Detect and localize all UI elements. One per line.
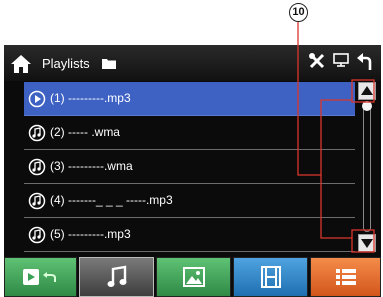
playlist: (1) ---------.mp3 (2) ----- .wma (3) ---…: [24, 82, 355, 252]
list-menu-icon: [335, 269, 356, 285]
monitor-icon[interactable]: [333, 53, 349, 67]
folder-icon: [102, 59, 116, 69]
video-return-icon: [22, 269, 56, 285]
list-item[interactable]: (2) ----- .wma: [24, 116, 355, 150]
video-tab[interactable]: [4, 257, 77, 297]
photo-tab[interactable]: [156, 257, 231, 297]
device-screen: Playlists (1) ---------.mp3 (2) ----- .w…: [4, 45, 381, 297]
scroll-up-icon: [361, 86, 373, 95]
movie-tab[interactable]: [233, 257, 308, 297]
list-item[interactable]: (4) -------_ _ _ -----.mp3: [24, 184, 355, 218]
play-icon: [28, 90, 46, 108]
list-item-label: (1) ---------.mp3: [50, 91, 131, 105]
music-note-icon: [28, 226, 46, 244]
tools-icon[interactable]: [308, 52, 326, 70]
scrollbar-thumb[interactable]: [362, 101, 372, 111]
list-item[interactable]: (5) ---------.mp3: [24, 218, 355, 252]
page-title: Playlists: [42, 56, 90, 71]
music-tab[interactable]: [79, 257, 154, 297]
music-note-icon: [28, 158, 46, 176]
photo-icon: [182, 267, 205, 287]
title-bar: Playlists: [4, 45, 381, 81]
list-item[interactable]: (1) ---------.mp3: [24, 82, 355, 116]
list-item-label: (3) ---------.wma: [50, 159, 133, 173]
home-icon[interactable]: [10, 54, 32, 74]
list-item-label: (4) -------_ _ _ -----.mp3: [50, 193, 173, 207]
music-note-icon: [28, 192, 46, 210]
list-item-label: (2) ----- .wma: [50, 125, 120, 139]
scrollbar-track[interactable]: [363, 102, 371, 232]
scroll-up-button[interactable]: [358, 82, 376, 100]
music-note-icon: [28, 124, 46, 142]
bottom-tab-bar: [4, 257, 381, 297]
list-item-label: (5) ---------.mp3: [50, 227, 131, 241]
music-note-icon: [107, 265, 126, 287]
callout-number: 10: [289, 3, 308, 22]
scroll-down-icon: [361, 239, 373, 248]
scroll-down-button[interactable]: [358, 234, 376, 252]
film-icon: [260, 266, 281, 288]
menu-tab[interactable]: [310, 257, 381, 297]
back-icon[interactable]: [356, 53, 374, 71]
list-item[interactable]: (3) ---------.wma: [24, 150, 355, 184]
